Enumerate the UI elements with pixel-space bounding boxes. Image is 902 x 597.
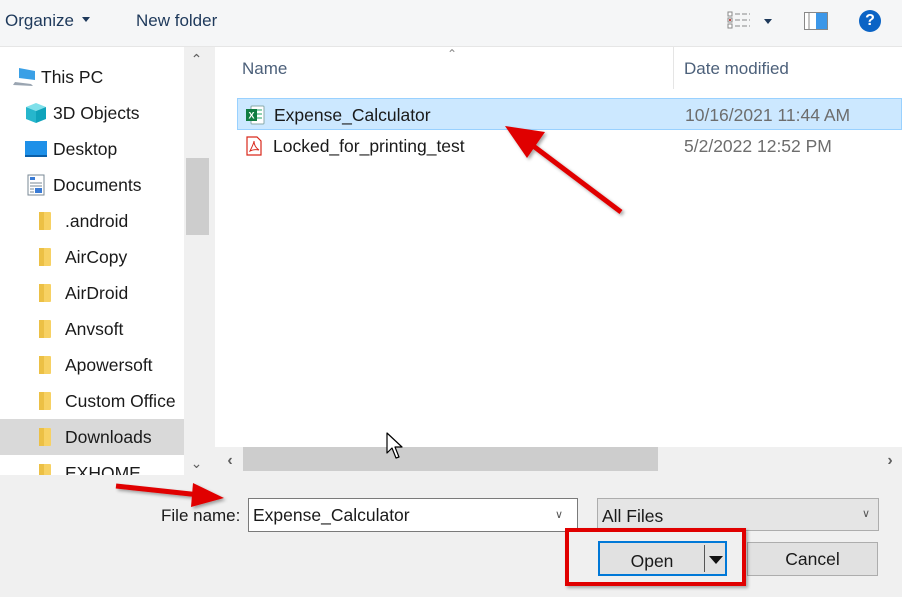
- scrollbar-thumb[interactable]: [243, 447, 658, 471]
- nav-item-desktop[interactable]: Desktop: [0, 131, 184, 167]
- column-divider[interactable]: [673, 47, 674, 89]
- scroll-down-icon[interactable]: ⌄: [184, 451, 209, 475]
- chevron-down-icon[interactable]: ∨: [555, 508, 569, 522]
- file-name: Locked_for_printing_test: [273, 136, 465, 156]
- nav-item-android[interactable]: .android: [0, 203, 184, 239]
- file-date: 5/2/2022 12:52 PM: [684, 136, 832, 156]
- nav-item-apowersoft[interactable]: Apowersoft: [0, 347, 184, 383]
- nav-item-downloads[interactable]: Downloads: [0, 419, 184, 455]
- folder-icon: [39, 248, 51, 266]
- scrollbar-thumb[interactable]: [186, 158, 210, 235]
- details-view-icon[interactable]: [727, 11, 751, 31]
- file-date: 10/16/2021 11:44 AM: [685, 105, 851, 125]
- nav-label: Desktop: [53, 138, 118, 159]
- column-header: ⌃ Name Date modified: [215, 47, 902, 89]
- chevron-down-icon: ∨: [861, 508, 870, 520]
- column-name[interactable]: Name: [242, 59, 287, 79]
- scroll-right-icon[interactable]: ›: [878, 447, 902, 474]
- mouse-cursor-icon: [386, 432, 403, 459]
- computer-icon: [13, 68, 35, 86]
- folder-icon: [39, 212, 51, 230]
- file-name-label: File name:: [161, 506, 241, 525]
- 3d-objects-icon: [26, 103, 46, 123]
- nav-label: AirDroid: [65, 282, 129, 303]
- cancel-button[interactable]: Cancel: [747, 542, 878, 576]
- nav-label: Documents: [53, 174, 142, 195]
- arrow-to-file-name: [115, 483, 224, 507]
- scroll-up-icon[interactable]: ⌃: [184, 47, 209, 71]
- scroll-left-icon[interactable]: ‹: [218, 447, 242, 474]
- navigation-scrollbar[interactable]: ⌃ ⌄: [184, 47, 210, 475]
- file-type-value: All Files: [602, 506, 664, 526]
- organize-button[interactable]: Organize: [5, 11, 90, 31]
- documents-icon: [27, 174, 45, 196]
- nav-label: This PC: [41, 66, 104, 87]
- folder-icon: [39, 356, 51, 374]
- nav-item-exhome[interactable]: EXHOME: [0, 455, 184, 475]
- nav-label: Downloads: [65, 426, 152, 447]
- nav-item-airdroid[interactable]: AirDroid: [0, 275, 184, 311]
- organize-label: Organize: [5, 11, 74, 30]
- folder-icon: [39, 284, 51, 302]
- nav-label: 3D Objects: [53, 102, 140, 123]
- navigation-pane: This PC 3D Objects Desktop Documents .an: [0, 47, 184, 475]
- file-type-select[interactable]: All Files ∨: [597, 498, 879, 531]
- folder-icon: [39, 428, 51, 446]
- file-row[interactable]: X Expense_Calculator 10/16/2021 11:44 AM: [237, 98, 902, 130]
- file-list: ⌃ Name Date modified X Expense_Calculato…: [215, 47, 902, 447]
- nav-label: Apowersoft: [65, 354, 153, 375]
- desktop-icon: [25, 141, 47, 157]
- folder-icon: [39, 464, 51, 475]
- nav-item-anvsoft[interactable]: Anvsoft: [0, 311, 184, 347]
- annotation-highlight-box: [565, 528, 746, 586]
- nav-item-3d-objects[interactable]: 3D Objects: [0, 95, 184, 131]
- excel-file-icon: X: [246, 105, 265, 125]
- column-date-modified[interactable]: Date modified: [684, 59, 789, 79]
- pdf-file-icon: [246, 136, 262, 156]
- help-icon[interactable]: ?: [859, 10, 881, 32]
- folder-icon: [39, 320, 51, 338]
- nav-label: Custom Office: [65, 390, 176, 411]
- nav-label: AirCopy: [65, 246, 128, 267]
- preview-pane-icon[interactable]: [804, 12, 828, 30]
- nav-item-custom-office[interactable]: Custom Office: [0, 383, 184, 419]
- file-row[interactable]: Locked_for_printing_test 5/2/2022 12:52 …: [237, 130, 902, 162]
- file-name: Expense_Calculator: [274, 105, 431, 125]
- toolbar: Organize New folder ?: [0, 0, 902, 47]
- new-folder-button[interactable]: New folder: [136, 11, 217, 31]
- nav-item-documents[interactable]: Documents: [0, 167, 184, 203]
- caret-down-icon: [81, 17, 90, 23]
- folder-icon: [39, 392, 51, 410]
- nav-item-this-pc[interactable]: This PC: [0, 59, 184, 95]
- file-name-input[interactable]: [248, 498, 578, 532]
- svg-text:X: X: [248, 111, 254, 121]
- view-options-dropdown[interactable]: [764, 19, 772, 24]
- nav-label: EXHOME: [65, 462, 141, 476]
- sort-ascending-icon: ⌃: [447, 47, 458, 61]
- nav-label: Anvsoft: [65, 318, 124, 339]
- nav-item-aircopy[interactable]: AirCopy: [0, 239, 184, 275]
- file-list-horizontal-scrollbar[interactable]: ‹ ›: [215, 447, 902, 474]
- nav-label: .android: [65, 210, 129, 231]
